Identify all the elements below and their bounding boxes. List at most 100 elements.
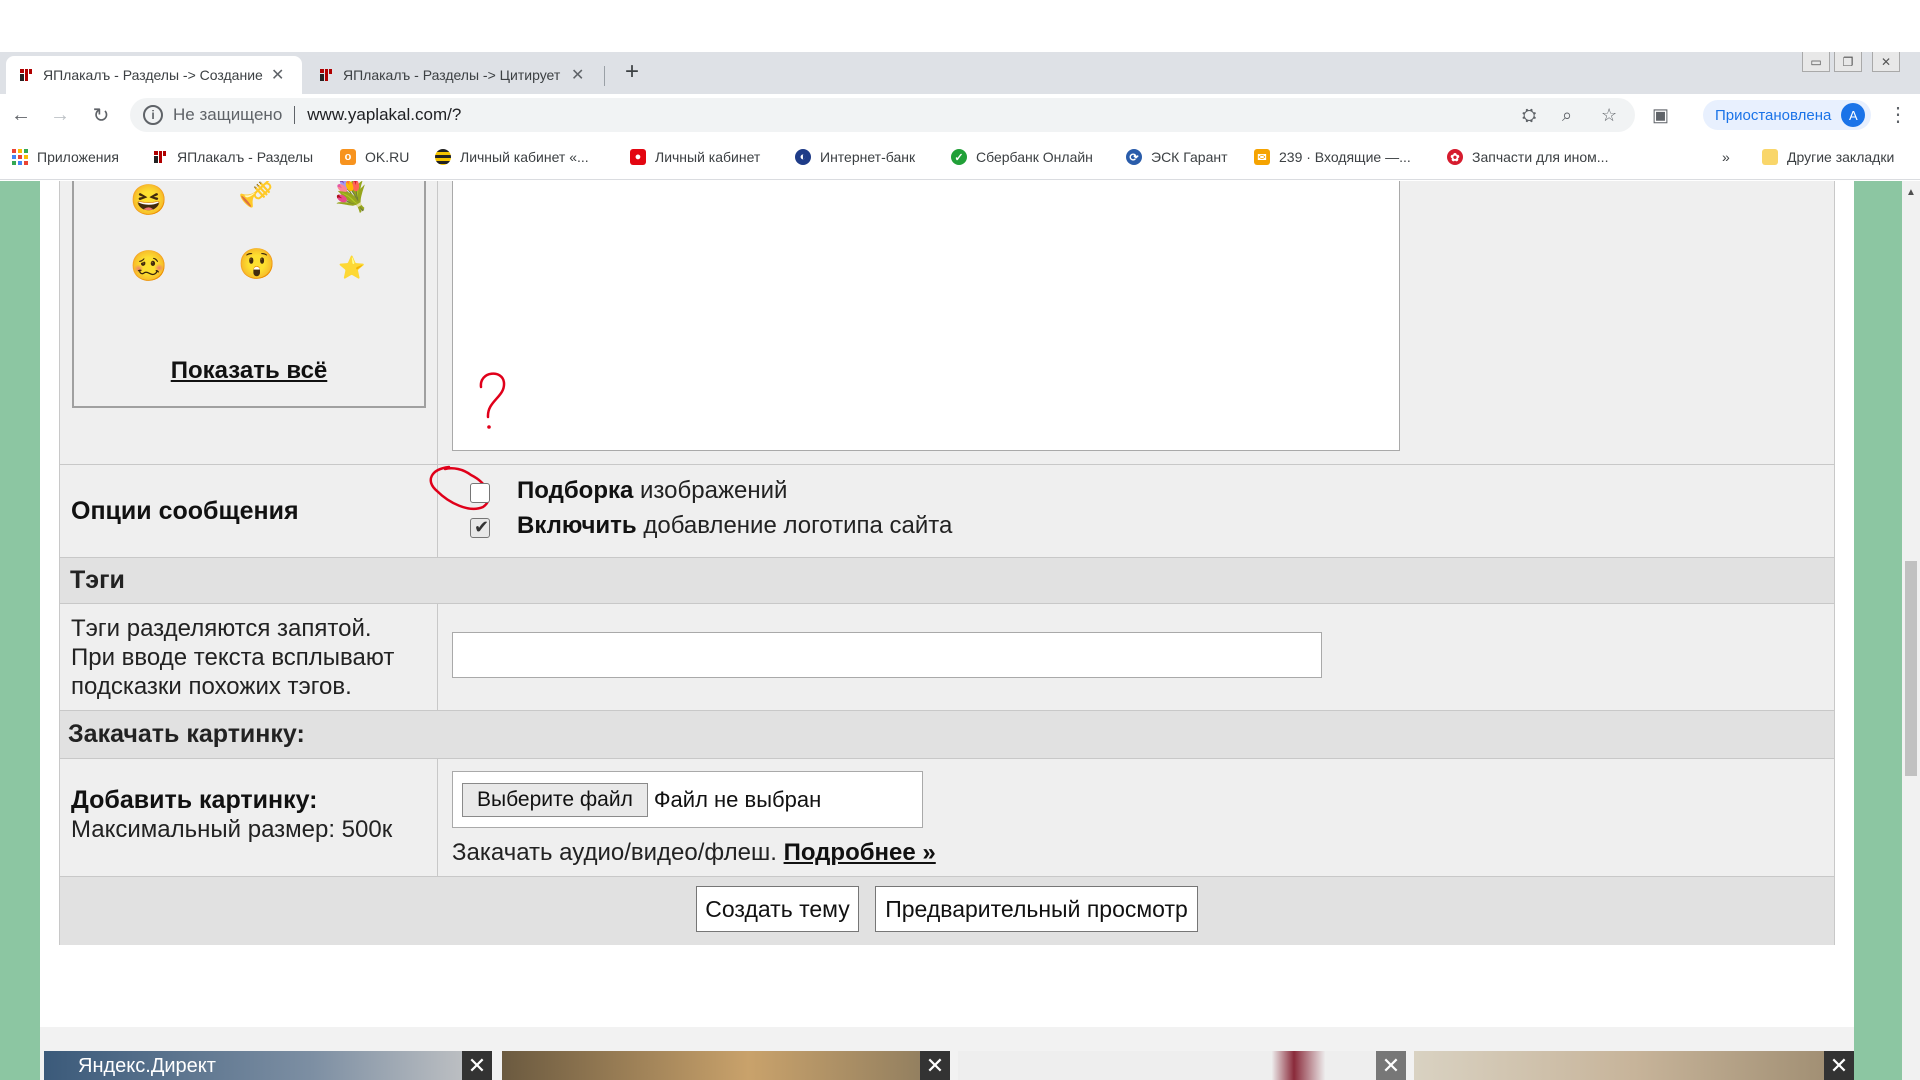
- reload-icon[interactable]: ↻: [88, 102, 114, 128]
- site-logo-option[interactable]: Включить добавление логотипа сайта: [517, 512, 952, 540]
- smiley-flowers-icon[interactable]: 💐: [332, 181, 369, 214]
- upload-header: Закачать картинку:: [60, 710, 1834, 758]
- tab-close-icon[interactable]: ✕: [571, 65, 584, 85]
- smiley-panel: 😆 🎺 💐 🥴 😲 ⭐ Показать всё: [72, 181, 426, 408]
- message-textarea[interactable]: [452, 181, 1400, 451]
- bookmark-bank[interactable]: ◐ Интернет-банк: [795, 149, 915, 165]
- bookmark-label: Личный кабинет: [655, 149, 761, 165]
- restore-icon[interactable]: ❐: [1834, 52, 1862, 72]
- new-topic-form: 😆 🎺 💐 🥴 😲 ⭐ Показать всё Опции сообщения…: [59, 181, 1835, 945]
- ad-close-icon[interactable]: ✕: [462, 1051, 492, 1080]
- smiley-shocked-icon[interactable]: 😲: [238, 247, 275, 282]
- create-topic-button[interactable]: Создать тему: [696, 886, 859, 932]
- ad-block[interactable]: ✕: [1414, 1051, 1854, 1080]
- bank-icon: ◐: [795, 149, 811, 165]
- bookmark-esk[interactable]: ⟳ ЭСК Гарант: [1126, 149, 1228, 165]
- options-label: Опции сообщения: [71, 496, 299, 525]
- bookmark-label: OK.RU: [365, 149, 410, 165]
- bookmark-label: ЯПлакалъ - Разделы: [177, 149, 314, 165]
- site-logo-checkbox[interactable]: [470, 517, 490, 538]
- scrollbar-thumb[interactable]: [1905, 561, 1917, 776]
- close-window-icon[interactable]: ✕: [1872, 52, 1900, 72]
- bookmarks-overflow-button[interactable]: »: [1722, 149, 1730, 165]
- preview-button[interactable]: Предварительный просмотр: [875, 886, 1198, 932]
- smiley-trumpet-icon[interactable]: 🎺: [238, 181, 275, 210]
- tab-strip: ЯПлакалъ - Разделы -> Создание ✕ ЯПлакал…: [0, 52, 1920, 94]
- apps-icon: [12, 149, 28, 165]
- upload-header-label: Закачать картинку:: [68, 720, 305, 748]
- bookmark-mail[interactable]: ✉ 239 · Входящие —...: [1254, 149, 1411, 165]
- bookmark-label: 239 · Входящие —...: [1279, 149, 1411, 165]
- minimize-icon[interactable]: ▭: [1802, 52, 1830, 72]
- bookmark-mts[interactable]: ● Личный кабинет: [630, 149, 760, 165]
- tags-hint-cell: Тэги разделяются запятой. При вводе текс…: [60, 604, 438, 710]
- smiley-drink-icon[interactable]: 🥴: [130, 249, 167, 284]
- bookmark-label: Интернет-банк: [820, 149, 916, 165]
- options-label-cell: Опции сообщения: [60, 465, 438, 557]
- zoom-icon[interactable]: ⌕: [1562, 105, 1572, 126]
- security-label: Не защищено: [173, 105, 283, 124]
- smiley-laughing-icon[interactable]: 😆: [130, 183, 167, 218]
- bookmark-ok[interactable]: о OK.RU: [340, 149, 409, 165]
- choose-file-button[interactable]: Выберите файл: [462, 782, 648, 817]
- annotation-question-mark: [479, 372, 506, 429]
- translate-icon[interactable]: ⛭: [1522, 105, 1536, 126]
- page-viewport: 😆 🎺 💐 🥴 😲 ⭐ Показать всё Опции сообщения…: [0, 181, 1920, 1080]
- buttons-row: Создать тему Предварительный просмотр: [60, 876, 1834, 945]
- tags-input[interactable]: [452, 632, 1322, 678]
- tags-hint-line: подсказки похожих тэгов.: [71, 673, 352, 700]
- bookmark-sberbank[interactable]: ✓ Сбербанк Онлайн: [951, 149, 1093, 165]
- show-all-smileys-link[interactable]: Показать всё: [74, 357, 424, 385]
- yaplakal-favicon-icon: [18, 67, 34, 83]
- profile-sync-button[interactable]: Приостановлена A: [1703, 100, 1872, 130]
- other-bookmarks[interactable]: Другие закладки: [1762, 149, 1894, 165]
- tab-inactive[interactable]: ЯПлакалъ - Разделы -> Цитирует ✕: [306, 56, 602, 94]
- menu-dots-icon[interactable]: ⋮: [1888, 102, 1908, 127]
- page-content: 😆 🎺 💐 🥴 😲 ⭐ Показать всё Опции сообщения…: [40, 181, 1854, 1080]
- tab-title: ЯПлакалъ - Разделы -> Создание: [43, 67, 263, 83]
- bookmark-label: Личный кабинет «...: [460, 149, 589, 165]
- ad-close-icon[interactable]: ✕: [1376, 1051, 1406, 1080]
- ad-block[interactable]: ✕: [958, 1051, 1406, 1080]
- tab-separator: [604, 66, 605, 86]
- ads-strip: Яндекс.Директ ✕ ✕ ✕ ✕: [40, 1027, 1854, 1080]
- tags-hint-line: Тэги разделяются запятой.: [71, 615, 372, 642]
- info-icon[interactable]: i: [143, 105, 163, 125]
- bookmark-yaplakal[interactable]: ЯПлакалъ - Разделы: [152, 149, 313, 165]
- vertical-scrollbar[interactable]: ▲: [1902, 181, 1920, 1080]
- image-gallery-option[interactable]: Подборка изображений: [517, 477, 787, 505]
- forward-arrow-icon[interactable]: →: [47, 102, 73, 128]
- address-bar[interactable]: i Не защищено www.yaplakal.com/?: [130, 98, 1635, 132]
- ad-close-icon[interactable]: ✕: [1824, 1051, 1854, 1080]
- file-input[interactable]: Выберите файл Файл не выбран: [452, 771, 923, 828]
- tags-header: Тэги: [60, 557, 1834, 603]
- image-gallery-checkbox[interactable]: [470, 483, 490, 503]
- yaplakal-icon: [152, 149, 168, 165]
- tab-active[interactable]: ЯПлакалъ - Разделы -> Создание ✕: [6, 56, 302, 94]
- ad-block[interactable]: Яндекс.Директ ✕: [44, 1051, 492, 1080]
- extension-icon[interactable]: ▣: [1652, 105, 1669, 126]
- add-image-label: Добавить картинку:: [71, 786, 318, 814]
- profile-status: Приостановлена: [1715, 106, 1832, 124]
- bookmark-apps[interactable]: Приложения: [12, 149, 119, 165]
- esk-icon: ⟳: [1126, 149, 1142, 165]
- more-link[interactable]: Подробнее »: [784, 839, 936, 866]
- ad-close-icon[interactable]: ✕: [920, 1051, 950, 1080]
- browser-toolbar: ← → ↻ i Не защищено www.yaplakal.com/? ⛭…: [0, 94, 1920, 136]
- tags-hint-line: При вводе текста всплывают: [71, 644, 395, 671]
- star-bookmark-icon[interactable]: ☆: [1601, 105, 1617, 126]
- tab-close-icon[interactable]: ✕: [271, 65, 284, 85]
- smiley-star-icon[interactable]: ⭐: [338, 255, 365, 281]
- bookmark-label: ЭСК Гарант: [1151, 149, 1228, 165]
- address-separator: [294, 106, 296, 124]
- back-arrow-icon[interactable]: ←: [8, 102, 34, 128]
- tab-title: ЯПлакалъ - Разделы -> Цитирует: [343, 67, 561, 83]
- max-size-label: Максимальный размер: 500к: [71, 816, 393, 843]
- ad-block[interactable]: ✕: [502, 1051, 950, 1080]
- bookmark-parts[interactable]: ✿ Запчасти для ином...: [1447, 149, 1608, 165]
- scroll-up-arrow-icon[interactable]: ▲: [1906, 187, 1916, 198]
- new-tab-plus-icon[interactable]: +: [620, 58, 644, 86]
- message-row: 😆 🎺 💐 🥴 😲 ⭐ Показать всё: [60, 181, 1834, 464]
- bookmark-beeline[interactable]: Личный кабинет «...: [435, 149, 589, 165]
- av-upload-line: Закачать аудио/видео/флеш. Подробнее »: [452, 839, 936, 867]
